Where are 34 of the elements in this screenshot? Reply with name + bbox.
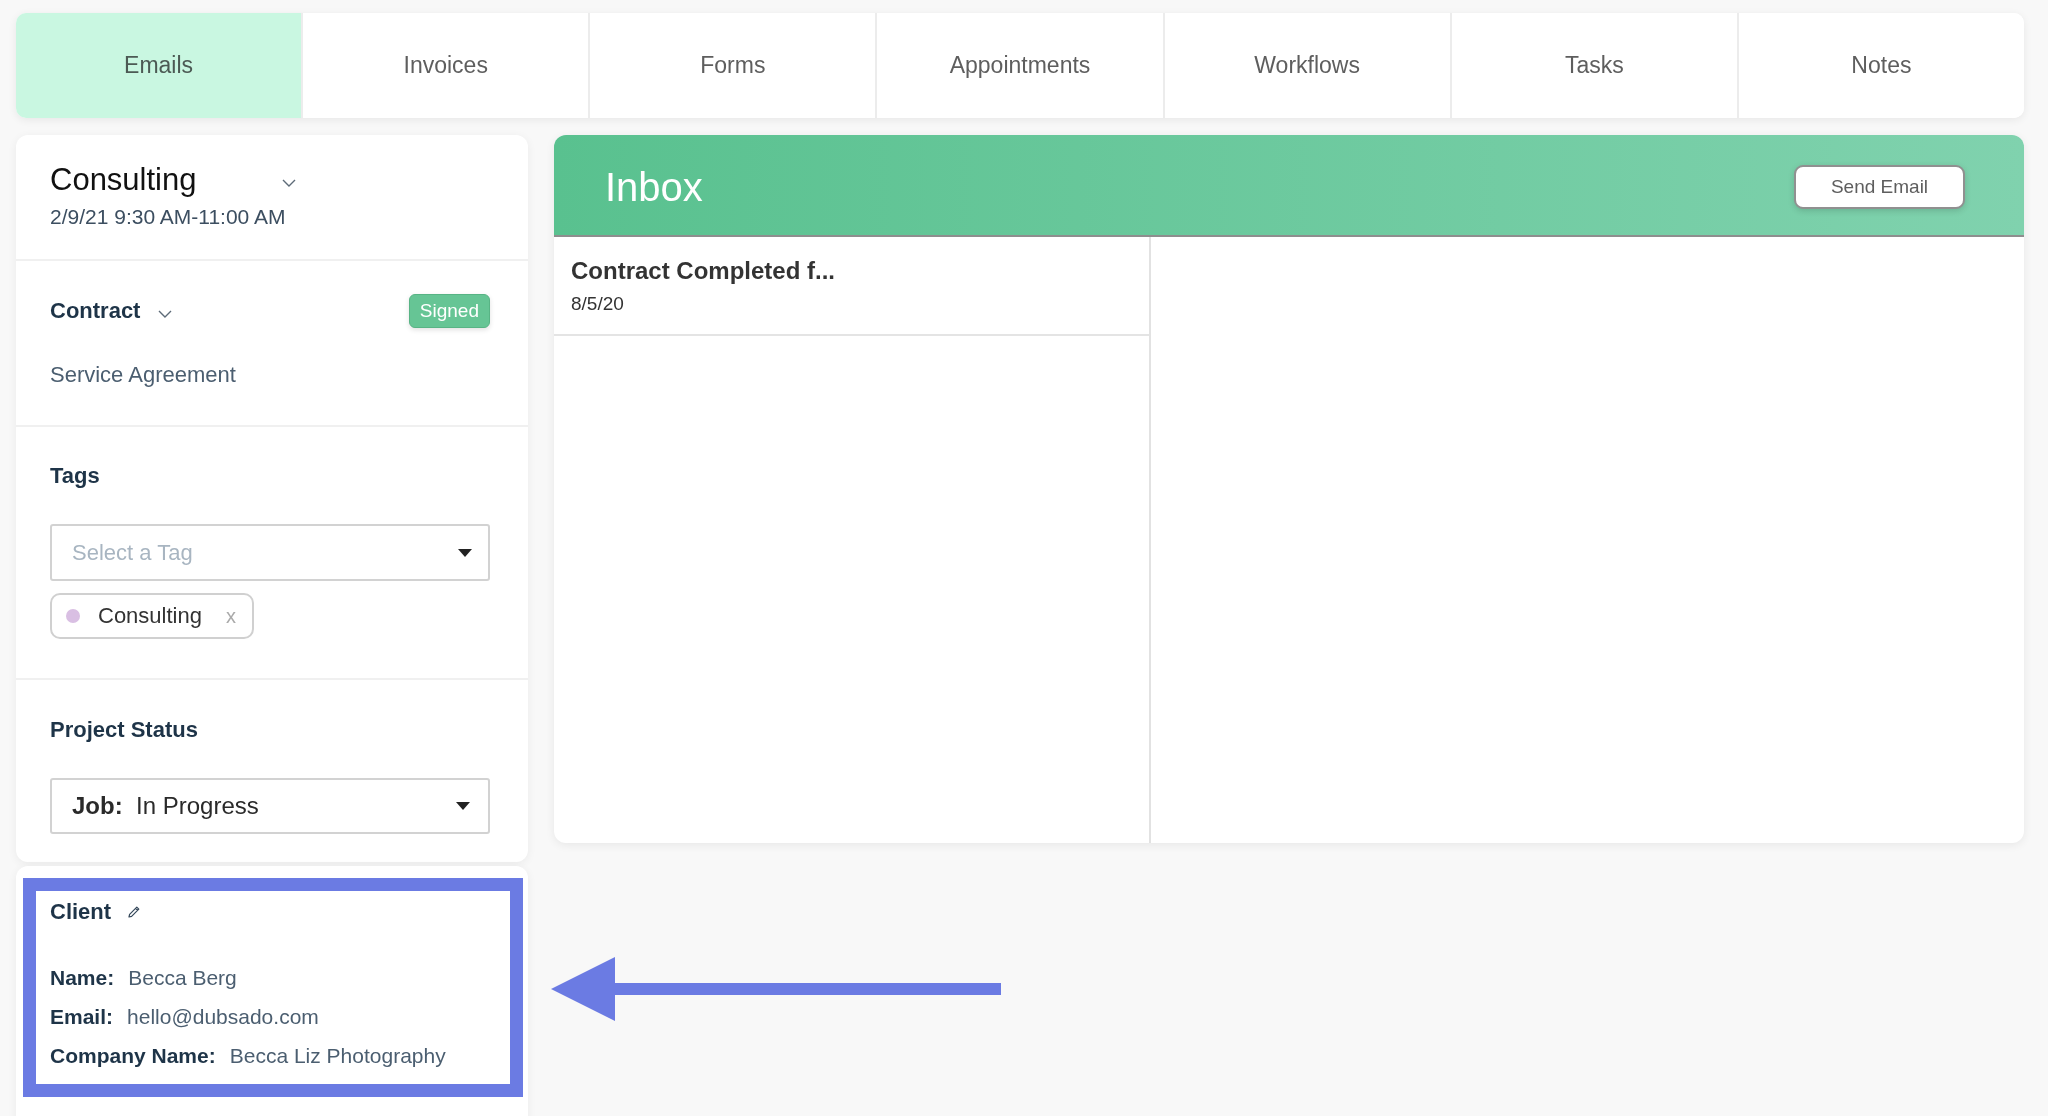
tab[interactable]: Workflows [1164,13,1452,118]
status-badge: Signed [408,294,490,328]
field-label: Email: [50,1005,114,1029]
chevron-down-icon[interactable] [158,310,173,318]
caret-icon [456,802,470,810]
email-date: 8/5/20 [571,292,625,315]
event-date: 2/9/21 9:30 AM-11:00 AM [50,204,287,230]
send-email-button[interactable]: Send Email [1794,165,1965,209]
tag-label: Consulting [98,603,202,629]
event-title: Consulting [50,161,197,199]
inbox-title: Inbox [605,164,703,210]
section-label: Client [50,898,112,926]
section-label: Tags [50,462,101,490]
field-value: Becca Liz Photography [229,1044,446,1068]
tab[interactable]: Appointments [877,13,1165,118]
tab[interactable]: Emails [16,13,304,118]
section-label: Contract [50,297,141,325]
tab[interactable]: Tasks [1451,13,1739,118]
contract-name: Service Agreement [50,361,237,389]
chevron-down-icon[interactable] [282,179,296,187]
tab[interactable]: Forms [590,13,878,118]
tab[interactable]: Notes [1738,13,2024,118]
field-label: Company Name: [50,1044,216,1068]
tag-select[interactable]: Select a Tag [50,524,490,581]
section-label: Project Status [50,716,199,744]
status-select[interactable]: Job: In Progress [50,778,490,834]
pencil-icon[interactable] [127,905,142,919]
field-label: Name: [50,966,115,990]
field-value: Becca Berg [128,966,237,990]
caret-icon [458,548,472,557]
field-value: hello@dubsado.com [127,1005,319,1029]
tab[interactable]: Invoices [303,13,591,118]
email-row[interactable]: Contract Completed f... 8/5/20 [554,237,1149,336]
email-subject: Contract Completed f... [571,256,836,285]
